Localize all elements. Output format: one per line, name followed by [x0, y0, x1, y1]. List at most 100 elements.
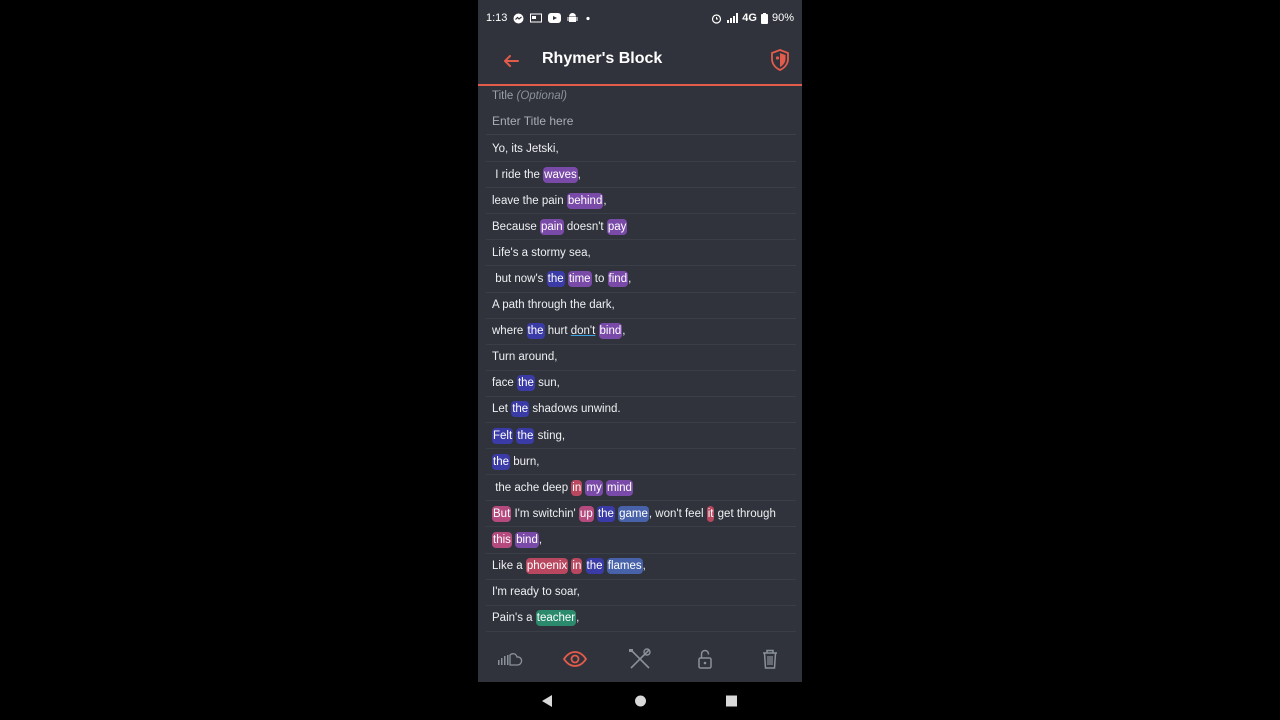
- lyric-text: Life's a stormy sea,: [492, 246, 591, 259]
- lyric-text: ,: [538, 533, 543, 546]
- lyric-line[interactable]: Felt the sting,: [486, 423, 796, 450]
- app-bar: Rhymer's Block: [478, 38, 802, 86]
- rhyme-highlight: teacher: [535, 610, 577, 627]
- lyric-line[interactable]: but now's the time to find,: [486, 266, 796, 293]
- title-optional-text: (Optional): [516, 90, 568, 102]
- lyric-text: Yo, its Jetski,: [492, 142, 559, 155]
- lyric-text: ,: [642, 560, 646, 573]
- rhyme-highlight: the: [596, 505, 615, 522]
- lyric-line[interactable]: Pain's a teacher,: [486, 606, 796, 632]
- title-divider: [486, 134, 796, 135]
- battery-level: 90%: [771, 12, 794, 24]
- rhyme-highlight: phoenix: [525, 558, 569, 575]
- youtube-icon: [548, 13, 562, 23]
- phone-screen: 1:13 4G 90% Rhymer's Block Title (Option…: [478, 0, 802, 720]
- home-circle-icon[interactable]: [634, 694, 647, 708]
- android-icon: [567, 12, 578, 22]
- editor-content: Title (Optional) Yo, its Jetski, I ride …: [478, 86, 802, 637]
- status-left: 1:13: [486, 12, 592, 24]
- lyric-text: sun,: [534, 377, 560, 390]
- lyric-line[interactable]: leave the pain behind,: [486, 188, 796, 215]
- lyric-text: I'm ready to soar,: [492, 586, 580, 599]
- lyric-text: face: [492, 377, 517, 390]
- lyric-line[interactable]: Let the shadows unwind.: [486, 397, 796, 424]
- underlined-word: don't: [570, 325, 596, 338]
- lyric-line[interactable]: the burn,: [486, 449, 796, 476]
- lyric-text: I ride the: [492, 168, 544, 181]
- lyric-text: , won't feel: [648, 507, 707, 520]
- title-input[interactable]: [492, 110, 788, 132]
- lyric-text: doesn't: [563, 220, 607, 233]
- lyric-line[interactable]: A path through the dark,: [486, 293, 796, 319]
- dot-icon: [586, 16, 591, 20]
- rhyme-highlight: the: [492, 453, 510, 470]
- lyric-text: sting,: [534, 429, 566, 442]
- rhyme-highlight: mind: [606, 479, 633, 496]
- rhyme-highlight: this: [492, 531, 512, 548]
- back-arrow-icon[interactable]: [500, 50, 522, 72]
- lyric-text: Like a: [492, 560, 526, 573]
- rhyme-highlight: pay: [606, 218, 628, 235]
- lyric-line[interactable]: face the sun,: [486, 371, 796, 397]
- lyric-text: ,: [603, 194, 607, 207]
- alarm-icon: [712, 13, 722, 24]
- back-triangle-icon[interactable]: [540, 694, 553, 708]
- lyric-text: ,: [576, 612, 580, 625]
- rhyme-highlight: the: [511, 401, 530, 418]
- lyric-line[interactable]: where the hurt don't bind,: [486, 319, 796, 345]
- rhyme-highlight: flames: [606, 558, 643, 575]
- lyric-line[interactable]: But I'm switchin' up the game, won't fee…: [486, 501, 796, 528]
- trash-icon[interactable]: [757, 647, 783, 671]
- rhyme-highlight: bind: [515, 531, 539, 548]
- rhyme-highlight: in: [571, 558, 583, 575]
- lyric-line[interactable]: Life's a stormy sea,: [486, 240, 796, 267]
- lyric-text: but now's: [492, 273, 547, 286]
- lyric-text: Let: [492, 403, 512, 416]
- rhyme-highlight: pain: [539, 218, 564, 235]
- rhyme-highlight: up: [578, 505, 594, 522]
- status-bar: 1:13 4G 90%: [478, 0, 802, 38]
- lyric-line[interactable]: this bind,: [486, 527, 796, 554]
- bottom-action-bar: [478, 637, 802, 682]
- tools-icon[interactable]: [627, 647, 653, 671]
- signal-icon: [727, 13, 739, 23]
- title-label-text: Title: [492, 90, 514, 102]
- rhyme-highlight: my: [585, 479, 603, 496]
- rhyme-highlight: time: [567, 271, 592, 288]
- lyric-text: hurt: [544, 325, 571, 338]
- lyric-line[interactable]: the ache deep in my mind: [486, 475, 796, 502]
- eye-icon[interactable]: [562, 647, 588, 671]
- status-right: 4G 90%: [711, 12, 794, 24]
- lyric-line[interactable]: Like a phoenix in the flames,: [486, 554, 796, 580]
- rhyme-highlight: game: [618, 505, 649, 522]
- lyric-text: Pain's a: [492, 612, 536, 625]
- rhyme-highlight: behind: [566, 192, 604, 209]
- lyric-text: to: [591, 273, 608, 286]
- rhyme-highlight: Felt: [492, 427, 514, 444]
- lyric-text: Turn around,: [492, 351, 558, 364]
- rhyme-highlight: the: [516, 375, 535, 392]
- lyrics-lines: Yo, its Jetski, I ride the waves, leave t…: [478, 136, 802, 632]
- lyric-text: A path through the dark,: [492, 299, 615, 312]
- lyric-text: the ache deep: [492, 481, 572, 494]
- shield-icon[interactable]: [770, 49, 790, 71]
- lyric-line[interactable]: Turn around,: [486, 345, 796, 371]
- lyric-text: shadows unwind.: [529, 403, 621, 416]
- lyric-text: Because: [492, 220, 540, 233]
- rhyme-highlight: the: [516, 427, 535, 444]
- lyric-line[interactable]: I ride the waves,: [486, 162, 796, 189]
- rhyme-highlight: it: [706, 505, 715, 522]
- recents-square-icon[interactable]: [725, 694, 738, 708]
- lyric-text: ,: [577, 168, 581, 181]
- lyric-text: ,: [622, 325, 626, 338]
- soundcloud-icon[interactable]: [497, 647, 523, 671]
- lyric-text: I'm switchin': [511, 507, 579, 520]
- news-icon: [530, 13, 543, 23]
- lock-icon[interactable]: [692, 647, 718, 671]
- rhyme-highlight: But: [492, 505, 512, 522]
- lyric-line[interactable]: Because pain doesn't pay: [486, 214, 796, 241]
- rhyme-highlight: bind: [598, 323, 623, 340]
- lyric-line[interactable]: I'm ready to soar,: [486, 580, 796, 606]
- messenger-icon: [513, 13, 524, 23]
- lyric-line[interactable]: Yo, its Jetski,: [486, 136, 796, 163]
